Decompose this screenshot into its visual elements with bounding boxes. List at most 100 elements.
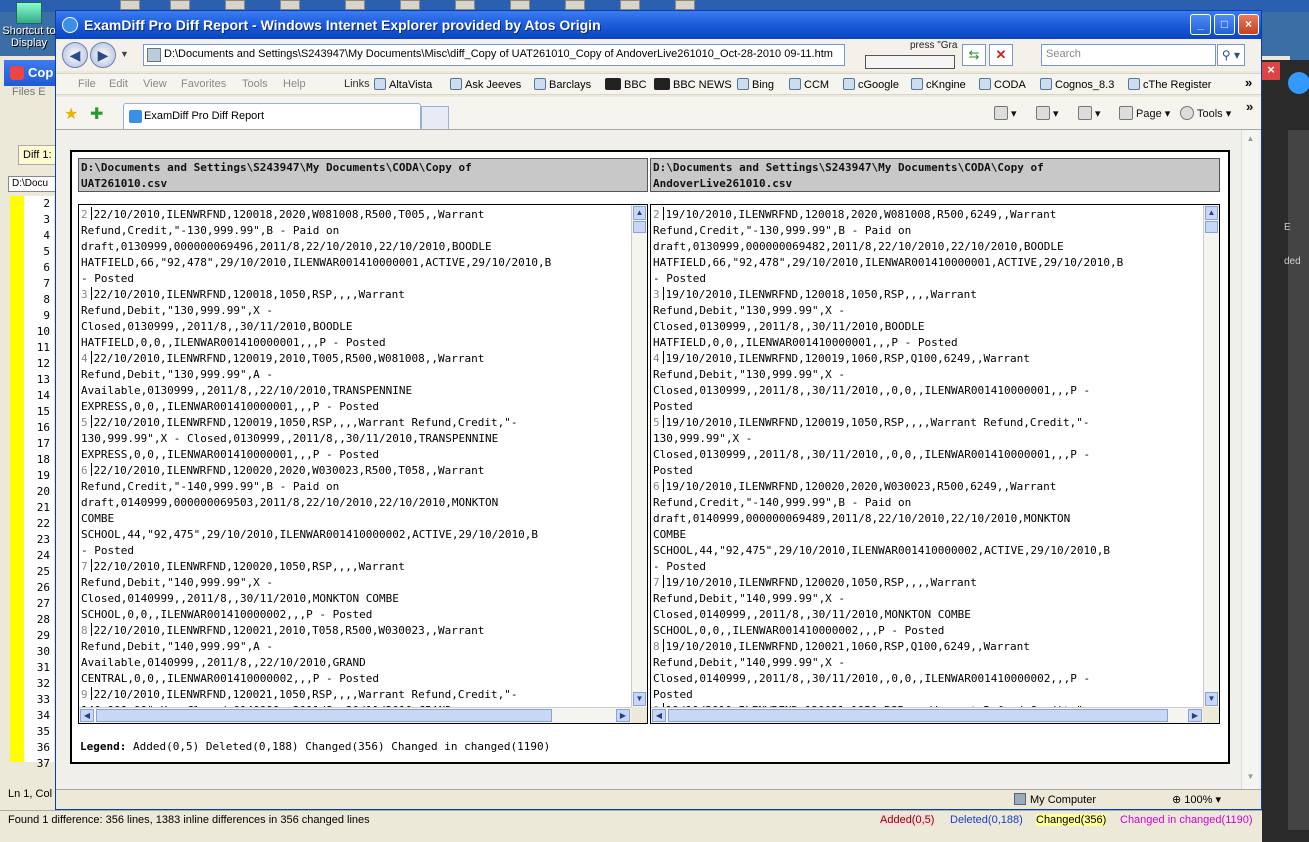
diff-line: 9 22/10/2010,ILENWRFND,120021,1050,RSP,,,… — [81, 687, 631, 703]
link-the-register[interactable]: cThe Register — [1128, 78, 1211, 91]
diff-legend: Legend: Added(0,5) Deleted(0,188) Change… — [80, 740, 550, 753]
ie-title-bar[interactable]: ExamDiff Pro Diff Report - Windows Inter… — [56, 11, 1261, 39]
menu-view[interactable]: View — [143, 78, 167, 90]
link-bbc-news[interactable]: BBC NEWS — [654, 78, 732, 91]
scroll-right-button[interactable]: ▶ — [616, 709, 630, 722]
desktop-icon[interactable] — [675, 0, 695, 10]
line-number: 17 — [36, 437, 50, 450]
back-button[interactable]: ◀ — [62, 42, 88, 68]
desktop-icon[interactable] — [400, 0, 420, 10]
left-vertical-scrollbar[interactable]: ▲ ▼ — [631, 205, 647, 707]
maximize-button[interactable]: □ — [1214, 14, 1235, 35]
zoom-control[interactable]: ⊕ 100% ▾ — [1172, 793, 1221, 806]
search-input[interactable]: Search — [1041, 44, 1216, 66]
minimize-button[interactable]: _ — [1190, 14, 1211, 35]
diff-line-text: Closed,0140999,,2011/8,,30/11/2010,,0,0,… — [653, 672, 1091, 685]
link-ckngine[interactable]: cKngine — [911, 78, 966, 91]
link-ask-jeeves[interactable]: Ask Jeeves — [450, 78, 521, 91]
desktop-icon[interactable] — [510, 0, 530, 10]
line-number: 26 — [36, 581, 50, 594]
scroll-down-button[interactable]: ▼ — [633, 692, 646, 706]
desktop-icon[interactable] — [345, 0, 365, 10]
search-button[interactable]: ⚲ ▾ — [1217, 44, 1245, 66]
diff-line: 5 22/10/2010,ILENWRFND,120019,1050,RSP,,,… — [81, 415, 631, 431]
scroll-right-button[interactable]: ▶ — [1188, 709, 1202, 722]
tools-menu-button[interactable]: Tools ▾ — [1180, 106, 1231, 120]
address-bar[interactable]: D:\Documents and Settings\S243947\My Doc… — [143, 44, 845, 66]
recent-pages-dropdown[interactable]: ▼ — [120, 49, 129, 59]
diff-line-text: 19/10/2010,ILENWRFND,120021,1060,RSP,Q10… — [665, 640, 1030, 653]
menu-tools[interactable]: Tools — [242, 78, 268, 90]
desktop-icon[interactable] — [620, 0, 640, 10]
diff-line-text: COMBE — [81, 512, 115, 525]
new-tab-button[interactable] — [421, 106, 449, 129]
refresh-button[interactable]: ⇆ — [962, 44, 986, 66]
scroll-down-button[interactable]: ▼ — [1244, 772, 1257, 786]
scroll-down-button[interactable]: ▼ — [1205, 692, 1218, 706]
right-vertical-scrollbar[interactable]: ▲ ▼ — [1203, 205, 1219, 707]
scroll-left-button[interactable]: ◀ — [652, 709, 666, 722]
ie-desktop-icon[interactable] — [1288, 72, 1309, 94]
print-button[interactable]: ▾ — [1078, 106, 1101, 120]
link-barclays[interactable]: Barclays — [534, 78, 591, 91]
right-horizontal-scrollbar[interactable]: ◀ ▶ — [651, 707, 1203, 723]
right-diff-pane[interactable]: 2 19/10/2010,ILENWRFND,120018,2020,W08100… — [650, 204, 1220, 724]
legend-changed: Changed(356) — [305, 740, 385, 753]
desktop-icon[interactable] — [280, 0, 300, 10]
link-bing[interactable]: Bing — [737, 78, 774, 91]
links-more-chevron[interactable]: » — [1245, 75, 1252, 90]
scroll-thumb[interactable] — [96, 709, 552, 722]
desktop-icon[interactable] — [565, 0, 585, 10]
menu-favorites[interactable]: Favorites — [181, 78, 226, 90]
desktop-shortcut-display[interactable]: Shortcut to Display — [0, 0, 58, 56]
page-menu-button[interactable]: Page ▾ — [1119, 106, 1170, 120]
scroll-left-button[interactable]: ◀ — [80, 709, 94, 722]
diff-line-number: 9 — [81, 688, 94, 701]
forward-button[interactable]: ▶ — [90, 42, 116, 68]
link-icon — [374, 78, 386, 90]
scroll-thumb[interactable] — [668, 709, 1168, 722]
link-icon — [737, 78, 749, 90]
add-favorite-icon[interactable]: ✚ — [90, 104, 103, 124]
ie-app-icon[interactable] — [62, 17, 78, 33]
background-diff-tab[interactable]: Diff 1: — [18, 145, 58, 165]
menu-file[interactable]: File — [78, 78, 96, 90]
desktop-icon[interactable] — [225, 0, 245, 10]
link-coda[interactable]: CODA — [979, 78, 1026, 91]
close-button[interactable]: × — [1238, 14, 1259, 35]
background-path-field[interactable]: D:\Docu — [8, 176, 58, 192]
toolbar-more-chevron[interactable]: » — [1246, 99, 1253, 114]
back-arrow-icon: ◀ — [69, 47, 81, 63]
stop-button[interactable]: ✕ — [989, 44, 1013, 66]
left-diff-pane[interactable]: 2 22/10/2010,ILENWRFND,120018,2020,W08100… — [78, 204, 648, 724]
tab-examdiff-report[interactable]: ExamDiff Pro Diff Report — [123, 103, 421, 129]
security-zone[interactable]: My Computer — [1014, 793, 1096, 806]
link-altavista[interactable]: AltaVista — [374, 78, 432, 91]
diff-line: 2 22/10/2010,ILENWRFND,120018,2020,W08100… — [81, 207, 631, 223]
link-cognos[interactable]: Cognos_8.3 — [1040, 78, 1114, 91]
scroll-thumb[interactable] — [1205, 221, 1218, 233]
scroll-up-button[interactable]: ▲ — [1205, 206, 1218, 220]
desktop-icon[interactable] — [455, 0, 475, 10]
line-number: 30 — [36, 645, 50, 658]
desktop-icon[interactable] — [170, 0, 190, 10]
scroll-up-button[interactable]: ▲ — [1244, 134, 1257, 148]
link-ccm[interactable]: CCM — [789, 78, 829, 91]
scroll-thumb[interactable] — [633, 221, 646, 233]
menu-help[interactable]: Help — [283, 78, 306, 90]
star-icon[interactable]: ★ — [64, 104, 78, 124]
diff-line-number: 6 — [653, 480, 666, 493]
menu-edit[interactable]: Edit — [109, 78, 128, 90]
left-horizontal-scrollbar[interactable]: ◀ ▶ — [79, 707, 631, 723]
desktop-icon[interactable] — [120, 0, 140, 10]
page-vertical-scrollbar[interactable]: ▲ ▼ — [1241, 130, 1259, 790]
background-status-bar: Found 1 difference: 356 lines, 1383 inli… — [0, 810, 1290, 830]
diff-line: Refund,Debit,"140,999.99",A - — [81, 639, 631, 655]
close-icon[interactable]: × — [1262, 62, 1280, 80]
link-cgoogle[interactable]: cGoogle — [843, 78, 899, 91]
link-bbc[interactable]: BBC — [605, 78, 647, 91]
background-scrollbar[interactable] — [1288, 130, 1309, 830]
home-button[interactable]: ▾ — [994, 106, 1017, 120]
feeds-button[interactable]: ▾ — [1036, 106, 1059, 120]
scroll-up-button[interactable]: ▲ — [633, 206, 646, 220]
